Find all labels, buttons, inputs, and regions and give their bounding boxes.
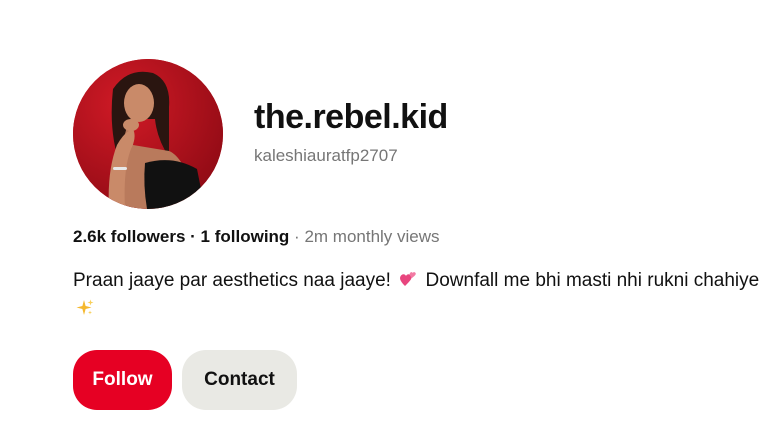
- stats-separator: ·: [185, 227, 201, 246]
- username: kaleshiauratfp2707: [254, 146, 398, 165]
- profile-stats: 2.6k followers · 1 following · 2m monthl…: [73, 227, 440, 247]
- avatar[interactable]: [73, 59, 223, 209]
- sparkles-icon: [76, 299, 94, 315]
- profile-bio: Praan jaaye par aesthetics naa jaaye! Do…: [73, 266, 763, 324]
- views-separator: ·: [289, 227, 305, 246]
- avatar-image: [73, 59, 223, 209]
- follow-button[interactable]: Follow: [73, 350, 172, 410]
- display-name: the.rebel.kid: [254, 98, 448, 136]
- monthly-views: 2m monthly views: [304, 227, 440, 246]
- bio-text-part2: Downfall me bhi masti nhi rukni chahiye: [420, 270, 760, 291]
- contact-button[interactable]: Contact: [182, 350, 297, 410]
- followers-count[interactable]: 2.6k followers: [73, 227, 185, 246]
- profile-header: the.rebel.kid kaleshiauratfp2707 2.6k fo…: [0, 0, 782, 438]
- bio-text-part1: Praan jaaye par aesthetics naa jaaye!: [73, 270, 391, 291]
- following-count[interactable]: 1 following: [201, 227, 290, 246]
- two-hearts-icon: [400, 272, 417, 286]
